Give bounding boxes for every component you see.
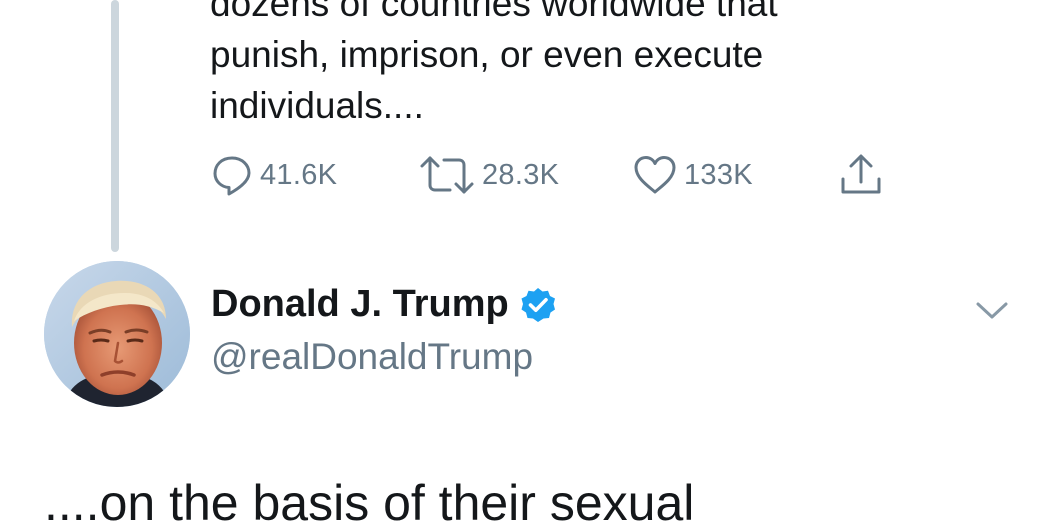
author-name-row[interactable]: Donald J. Trump — [211, 283, 557, 326]
heart-icon — [634, 156, 676, 194]
retweet-icon — [420, 156, 474, 194]
previous-tweet-line-1: dozens of countries worldwide that — [210, 0, 778, 24]
retweet-count: 28.3K — [482, 158, 560, 191]
previous-tweet-text: dozens of countries worldwide that punis… — [210, 0, 970, 131]
previous-tweet-action-bar: 41.6K 28.3K 133K — [210, 150, 930, 200]
tweet-text: ....on the basis of their sexual — [44, 475, 695, 525]
reply-icon — [213, 156, 251, 196]
reply-count: 41.6K — [260, 158, 338, 191]
share-button[interactable] — [838, 150, 884, 200]
author-name[interactable]: Donald J. Trump — [211, 283, 509, 326]
previous-tweet-line-3: individuals.... — [210, 85, 424, 126]
like-count: 133K — [684, 158, 753, 191]
avatar[interactable] — [44, 261, 190, 407]
retweet-button[interactable]: 28.3K — [418, 150, 559, 200]
thread-connector-line — [111, 0, 119, 252]
profile-photo — [44, 261, 190, 407]
tweet-thread-view: dozens of countries worldwide that punis… — [0, 0, 1050, 525]
reply-button[interactable]: 41.6K — [210, 150, 337, 200]
verified-badge-icon — [521, 287, 555, 322]
share-icon — [841, 154, 881, 194]
previous-tweet-line-2: punish, imprison, or even execute — [210, 34, 764, 75]
like-button[interactable]: 133K — [632, 150, 753, 200]
author-handle[interactable]: @realDonaldTrump — [211, 336, 533, 378]
chevron-down-icon[interactable] — [972, 295, 1012, 325]
